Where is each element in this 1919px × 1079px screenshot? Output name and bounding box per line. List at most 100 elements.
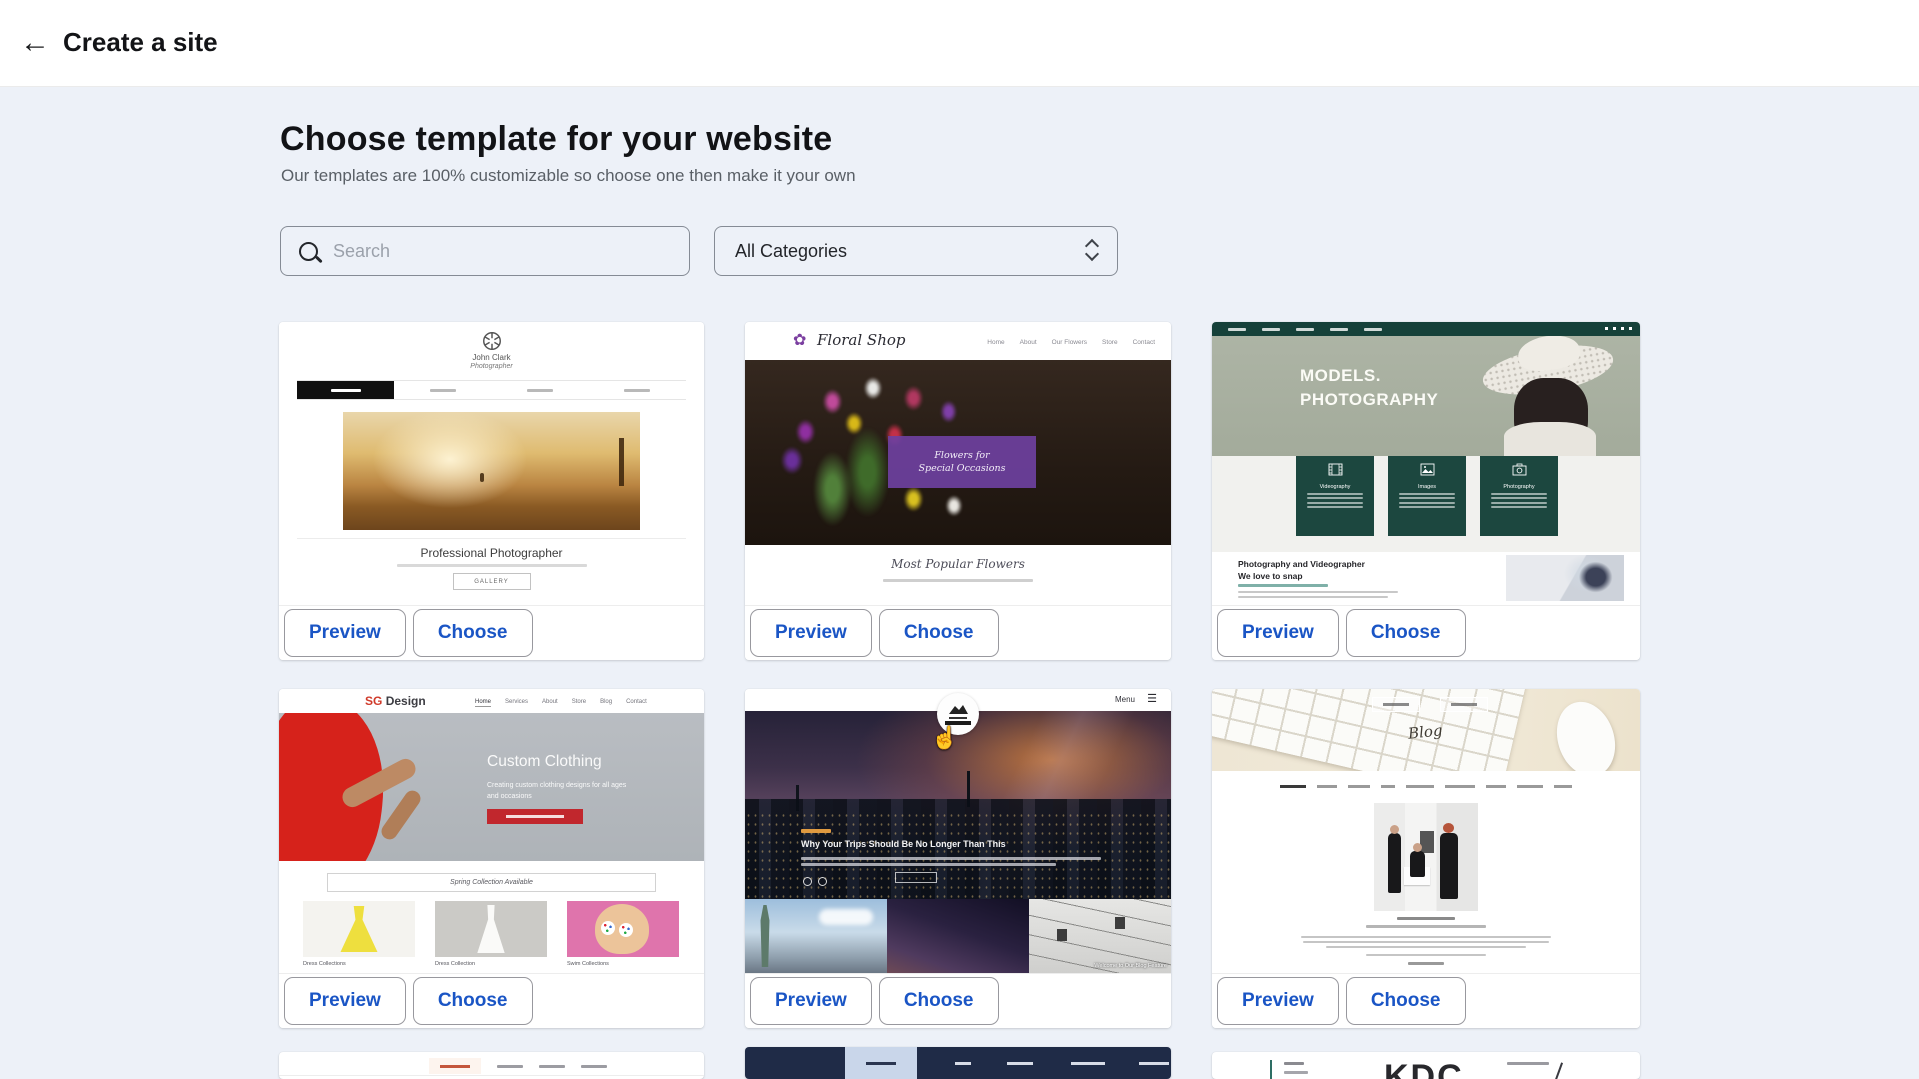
template-card-photographer: John Clark Photographer Professional Pho… [279, 322, 704, 660]
nav-item-bar [1071, 1062, 1105, 1065]
nav-item-bar [1364, 328, 1382, 331]
thumb-caption: Welcome to Our Blog Feature [1094, 963, 1167, 969]
choose-button[interactable]: Choose [1346, 977, 1466, 1025]
feature-tile: Videography [1296, 456, 1374, 536]
nav-item-bar [1139, 1062, 1169, 1065]
preview-button[interactable]: Preview [284, 977, 406, 1025]
text-bar [801, 857, 1101, 860]
hand-cursor-icon: ☝ [931, 725, 958, 751]
text-bar [883, 579, 1033, 582]
card-actions: Preview Choose [279, 973, 704, 1028]
category-selected-value: All Categories [735, 241, 847, 262]
template-nav [297, 380, 686, 400]
tulip-bouquet-image: Flowers for Special Occasions [745, 360, 1171, 545]
nav-item: Home [987, 339, 1004, 346]
tile-title: Videography [1320, 484, 1351, 490]
model-hero-image: MODELS. PHOTOGRAPHY [1212, 336, 1640, 456]
template-card-floral-shop: ✿ Floral Shop Home About Our Flowers Sto… [745, 322, 1171, 660]
template-card-sg-design: SG Design Home Services About Store Blog… [279, 689, 704, 1028]
template-thumbnail: ✿ Floral Shop Home About Our Flowers Sto… [745, 322, 1171, 605]
text-bar [1408, 962, 1444, 965]
text-bar [801, 829, 831, 833]
nav-tab [297, 381, 394, 399]
nav-item: Home [475, 699, 491, 707]
blog-thumb-ski-lift: Welcome to Our Blog Feature [1029, 899, 1171, 973]
template-card-partial[interactable] [279, 1052, 704, 1079]
nav-item-bar [955, 1062, 971, 1065]
hero-title: Custom Clothing [487, 753, 602, 771]
template-logo-title: John Clark [279, 353, 704, 362]
product-caption: Swim Collections [567, 961, 609, 967]
hero-title: MODELS. PHOTOGRAPHY [1300, 364, 1438, 412]
nav-item-bar [581, 1065, 607, 1068]
feature-tile: Images [1388, 456, 1466, 536]
section-heading: We love to snap [1238, 571, 1303, 581]
nav-item-bar [1296, 328, 1314, 331]
nav-item-bar [497, 1065, 523, 1068]
carousel-dots [803, 877, 827, 886]
template-logo-subtitle: Photographer [279, 363, 704, 370]
template-card-partial[interactable] [745, 1047, 1171, 1079]
preview-button[interactable]: Preview [750, 977, 872, 1025]
search-input[interactable] [331, 240, 665, 263]
template-thumbnail: SG Design Home Services About Store Blog… [279, 689, 704, 973]
template-card-travel-blog: Menu ☰ ☝ Why Your Trips Should Be No Lon… [745, 689, 1171, 1028]
template-card-partial[interactable]: KDC [1212, 1052, 1640, 1079]
choose-button[interactable]: Choose [879, 977, 999, 1025]
page-title: Create a site [63, 27, 218, 58]
template-logo: KDC [1384, 1058, 1464, 1079]
nav-tab [492, 381, 589, 399]
text-bar [1507, 1062, 1549, 1065]
blog-thumb-statue [745, 899, 887, 973]
portrait-image [1506, 555, 1624, 601]
text-bar [1326, 946, 1526, 948]
blog-thumb-night-sky [887, 899, 1029, 973]
woman-with-hat-image [1440, 336, 1640, 456]
app-header: ← Create a site [0, 0, 1919, 87]
choose-button[interactable]: Choose [1346, 609, 1466, 657]
section-heading: Choose template for your website [280, 120, 832, 159]
nav-item: About [542, 699, 558, 707]
nav-item: Services [505, 699, 528, 707]
card-actions: Preview Choose [1212, 973, 1640, 1028]
product-caption: Dress Collections [303, 961, 346, 967]
menu-label: Menu [1115, 695, 1135, 704]
office-photo [1374, 803, 1478, 911]
read-more-button [895, 872, 937, 883]
nav-item-bar [1330, 328, 1348, 331]
text-bar [1397, 917, 1455, 920]
template-card-models-photography: MODELS. PHOTOGRAPHY Videography Images P… [1212, 322, 1640, 660]
category-select[interactable]: All Categories [714, 226, 1118, 276]
choose-button[interactable]: Choose [413, 977, 533, 1025]
ghost-button [1372, 697, 1420, 712]
nav-item-bar [1262, 328, 1280, 331]
template-thumbnail: Blog [1212, 689, 1640, 973]
choose-button[interactable]: Choose [879, 609, 999, 657]
active-tab [845, 1047, 917, 1079]
nav-item: Contact [1133, 339, 1155, 346]
nav-item: Contact [626, 699, 647, 707]
preview-button[interactable]: Preview [284, 609, 406, 657]
template-nav [429, 1058, 607, 1074]
template-logo: Floral Shop [817, 331, 905, 349]
preview-button[interactable]: Preview [1217, 609, 1339, 657]
hero-subtitle: Creating custom clothing designs for all… [487, 781, 637, 803]
social-icons [1605, 327, 1632, 330]
choose-button[interactable]: Choose [413, 609, 533, 657]
template-nav [1212, 322, 1640, 336]
hero-text: Flowers for [934, 450, 989, 461]
search-box[interactable] [280, 226, 690, 276]
template-nav [1212, 785, 1640, 788]
tile-title: Images [1418, 484, 1436, 490]
preview-button[interactable]: Preview [1217, 977, 1339, 1025]
text-bar [1238, 584, 1328, 587]
template-nav: Home About Our Flowers Store Contact [987, 339, 1155, 346]
film-icon [1328, 463, 1343, 481]
active-tab [429, 1058, 481, 1074]
divider [1270, 1060, 1272, 1079]
text-bar [1366, 925, 1486, 928]
image-icon [1420, 463, 1435, 481]
hero-cta-button [487, 809, 583, 824]
preview-button[interactable]: Preview [750, 609, 872, 657]
back-button[interactable]: ← [14, 22, 56, 64]
